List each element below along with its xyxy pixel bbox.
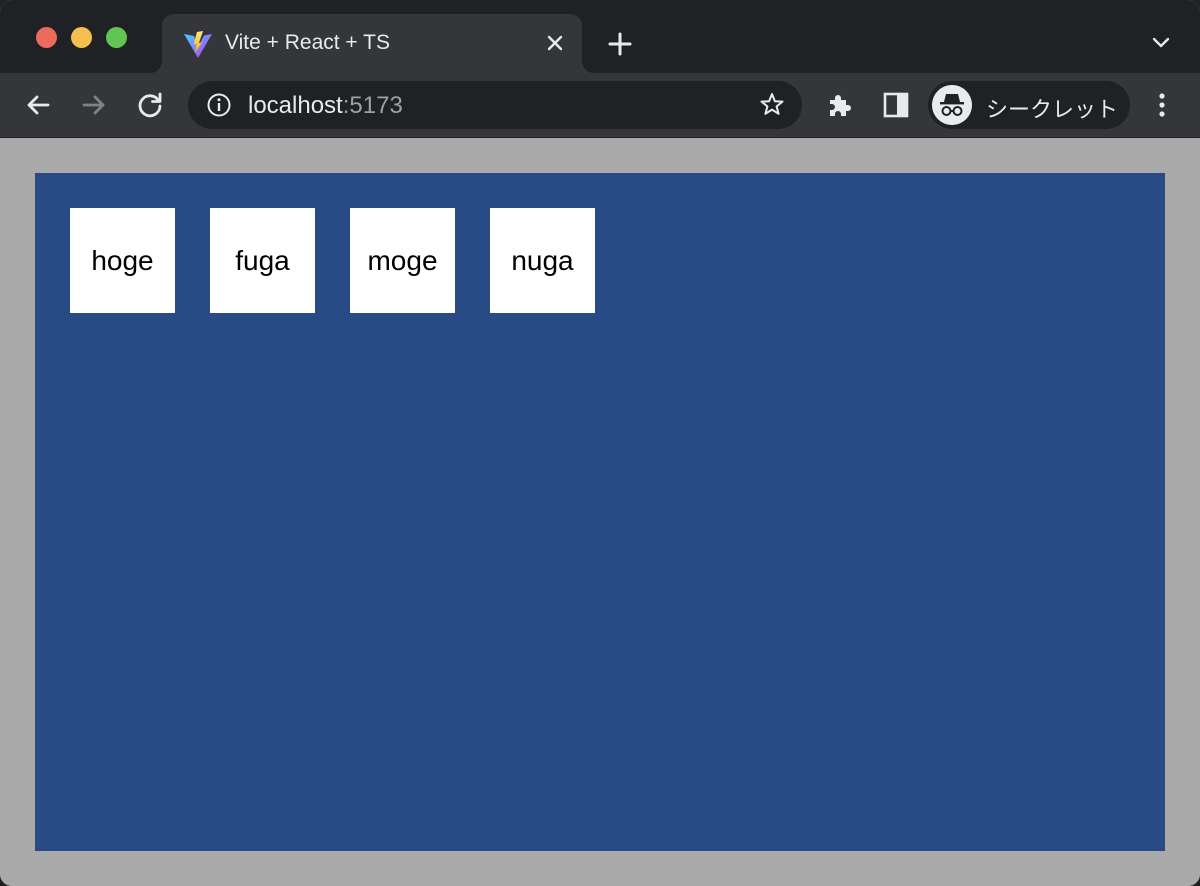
back-arrow-icon[interactable] — [22, 89, 54, 121]
active-tab[interactable]: Vite + React + TS — [162, 14, 582, 73]
blue-container: hoge fuga moge nuga — [35, 173, 1165, 851]
box-item: hoge — [70, 208, 175, 313]
new-tab-plus-icon[interactable] — [604, 28, 636, 60]
box-item: moge — [350, 208, 455, 313]
box-item: nuga — [490, 208, 595, 313]
url-text[interactable]: localhost:5173 — [248, 92, 403, 120]
url-port: :5173 — [342, 92, 403, 119]
site-info-icon[interactable] — [206, 92, 232, 118]
url-host: localhost — [248, 92, 343, 119]
bookmark-star-icon[interactable] — [758, 91, 786, 119]
tab-title: Vite + React + TS — [225, 31, 390, 54]
window-minimize-button[interactable] — [71, 27, 92, 48]
browser-window: Vite + React + TS localhost:5173 シークレット … — [0, 0, 1200, 886]
browser-toolbar: localhost:5173 シークレット — [0, 73, 1200, 138]
tab-strip: Vite + React + TS — [0, 0, 1200, 73]
close-tab-icon[interactable] — [542, 30, 568, 56]
extensions-puzzle-icon[interactable] — [824, 89, 856, 121]
page-viewport: hoge fuga moge nuga — [0, 138, 1200, 886]
box-list: hoge fuga moge nuga — [70, 208, 595, 313]
incognito-profile-chip[interactable]: シークレット — [928, 81, 1130, 129]
window-close-button[interactable] — [36, 27, 57, 48]
reload-icon[interactable] — [134, 89, 166, 121]
incognito-icon — [932, 85, 972, 125]
incognito-label: シークレット — [986, 97, 1119, 122]
more-vert-icon[interactable] — [1146, 89, 1178, 121]
window-maximize-button[interactable] — [106, 27, 127, 48]
address-bar[interactable]: localhost:5173 — [188, 81, 802, 129]
tab-search-chevron-icon[interactable] — [1148, 30, 1174, 56]
vite-logo-icon — [184, 31, 212, 58]
side-panel-icon[interactable] — [880, 89, 912, 121]
box-item: fuga — [210, 208, 315, 313]
forward-arrow-icon[interactable] — [78, 89, 110, 121]
